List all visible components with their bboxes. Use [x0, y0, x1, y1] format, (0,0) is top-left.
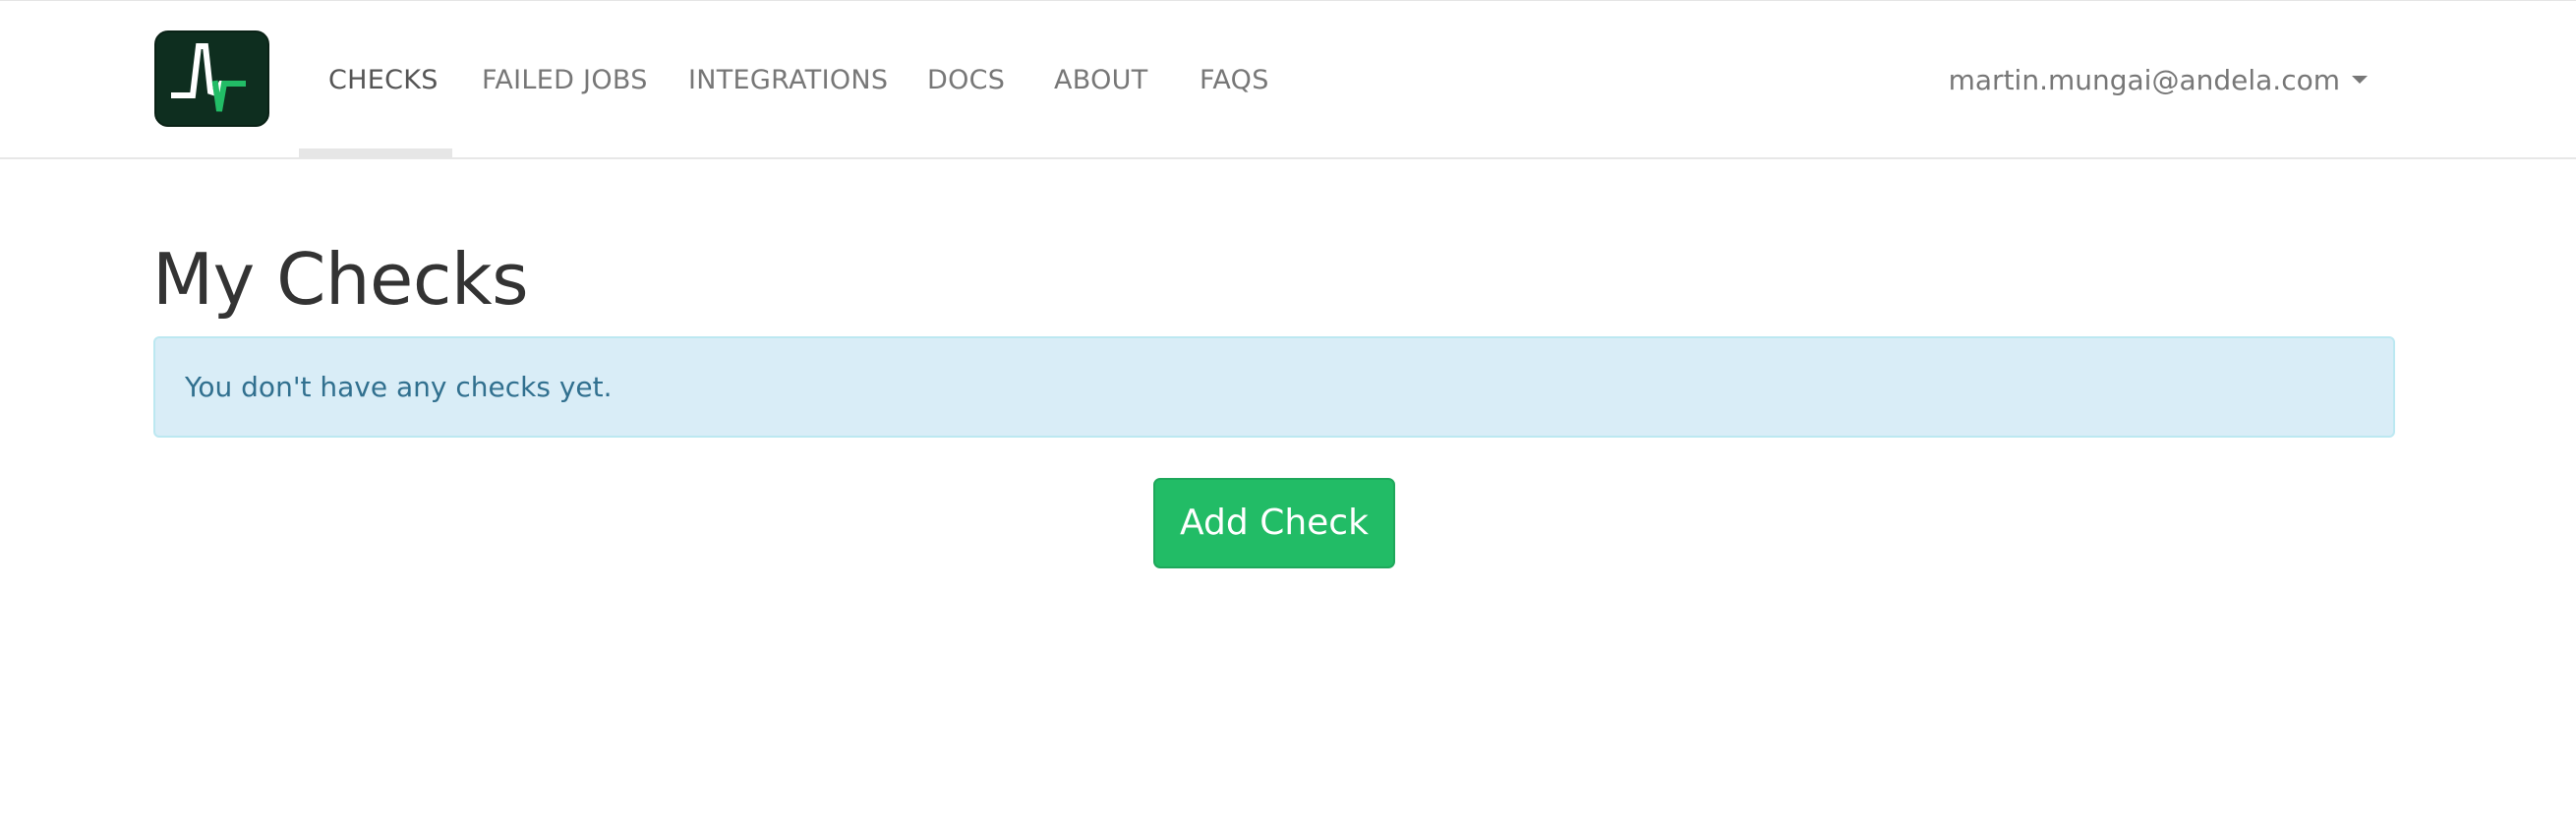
caret-down-icon [2352, 76, 2368, 84]
user-email: martin.mungai@andela.com [1948, 64, 2340, 96]
page-title: My Checks [152, 238, 529, 321]
nav-item-docs[interactable]: DOCS [927, 1, 1005, 160]
nav-item-checks[interactable]: CHECKS [328, 1, 439, 160]
pulse-logo-icon[interactable] [154, 30, 269, 127]
nav-item-integrations[interactable]: INTEGRATIONS [688, 1, 888, 160]
top-navbar: CHECKS FAILED JOBS INTEGRATIONS DOCS ABO… [0, 0, 2576, 159]
nav-item-failed-jobs[interactable]: FAILED JOBS [482, 1, 648, 160]
add-check-button[interactable]: Add Check [1153, 478, 1395, 568]
nav-item-about[interactable]: ABOUT [1054, 1, 1148, 160]
active-tab-indicator [299, 148, 452, 158]
nav-item-faqs[interactable]: FAQS [1200, 1, 1269, 160]
empty-state-alert: You don't have any checks yet. [153, 336, 2395, 438]
user-menu[interactable]: martin.mungai@andela.com [1949, 1, 2368, 160]
